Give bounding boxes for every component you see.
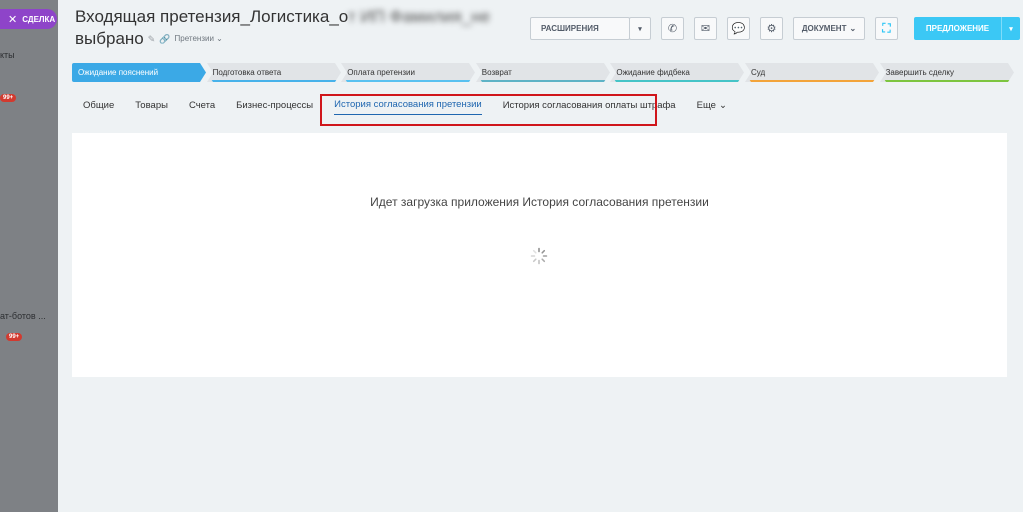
link-icon[interactable]: 🔗 [159,28,170,50]
envelope-icon: ✉ [700,23,711,35]
counter-badge: 99+ [6,333,23,341]
extensions-dropdown-button[interactable]: ▾ [629,17,651,40]
loading-spinner-icon [530,247,548,265]
deal-title-line2: выбрано [75,29,144,48]
stage-label: Завершить сделку [885,68,954,77]
deal-title-blurred: т ИП Фамилия_не [347,7,491,26]
tab-products[interactable]: Товары [135,100,168,115]
extensions-button[interactable]: РАСШИРЕНИЯ [530,17,630,40]
expand-icon: ⛶ [882,21,891,35]
content-card: Идет загрузка приложения История согласо… [72,133,1007,377]
stage-item[interactable]: Оплата претензии [341,63,476,82]
tab-general[interactable]: Общие [83,100,114,115]
chevron-down-icon: ▾ [638,25,642,33]
email-button[interactable]: ✉ [694,17,717,40]
chat-icon: 💬 [731,23,746,35]
stage-item[interactable]: Возврат [475,63,610,82]
category-label: Претензии [174,34,214,43]
counter-badge: 99+ [0,94,17,102]
loading-message: Идет загрузка приложения История согласо… [370,195,709,209]
category-selector[interactable]: Претензии ⌄ [175,28,223,50]
sidebar-text: кты [0,50,15,60]
stage-item[interactable]: Ожидание пояснений [72,63,206,82]
close-deal-button[interactable]: ✕ СДЕЛКА [0,9,57,29]
extensions-label: РАСШИРЕНИЯ [541,24,599,33]
stage-label: Оплата претензии [347,68,415,77]
chat-button[interactable]: 💬 [727,17,750,40]
stage-item[interactable]: Подготовка ответа [206,63,341,82]
stage-label: Ожидание пояснений [78,68,159,77]
stage-item[interactable]: Завершить сделку [879,63,1014,82]
call-button[interactable]: ✆ [661,17,684,40]
primary-action-label: ПРЕДЛОЖЕНИЕ [925,24,990,33]
close-icon: ✕ [8,13,18,26]
document-button[interactable]: ДОКУМЕНТ ⌄ [793,17,865,40]
stage-item[interactable]: Суд [744,63,879,82]
close-deal-label: СДЕЛКА [22,14,56,24]
fullscreen-button[interactable]: ⛶ [875,17,898,40]
sidebar-text: ат-ботов ... [0,311,46,321]
document-label: ДОКУМЕНТ [801,24,847,33]
chevron-down-icon[interactable]: ▾ [1002,17,1020,40]
tab-invoices[interactable]: Счета [189,100,215,115]
primary-action-button[interactable]: ПРЕДЛОЖЕНИЕ ▾ [914,17,1020,40]
stage-label: Возврат [481,68,512,77]
edit-pencil-icon[interactable]: ✎ [148,28,156,50]
deal-title-text: Входящая претензия_Логистика_о [75,7,348,26]
settings-button[interactable]: ⚙ [760,17,783,40]
phone-icon: ✆ [667,23,678,35]
stage-label: Суд [750,68,766,77]
tab-more[interactable]: Еще ⌄ [697,100,727,115]
chevron-down-icon: ⌄ [849,24,857,33]
stage-item[interactable]: Ожидание фидбека [610,63,745,82]
deal-title[interactable]: Входящая претензия_Логистика_от ИП Фамил… [75,6,515,28]
highlight-annotation [320,94,657,126]
chevron-down-icon: ⌄ [718,99,727,111]
stage-label: Ожидание фидбека [616,68,690,77]
stage-bar: Ожидание пояснений Подготовка ответа Опл… [72,63,1014,82]
deal-panel: Входящая претензия_Логистика_от ИП Фамил… [58,0,1023,512]
stage-label: Подготовка ответа [212,68,282,77]
tab-business-processes[interactable]: Бизнес-процессы [236,100,313,115]
toolbar: РАСШИРЕНИЯ ▾ ✆ ✉ 💬 ⚙ ДОКУМЕНТ ⌄ ⛶ ПРЕДЛО… [530,17,1020,40]
tab-more-label: Еще [696,99,716,111]
deal-title-block: Входящая претензия_Логистика_от ИП Фамил… [75,6,515,50]
gear-icon: ⚙ [766,23,777,35]
background-sidebar: ✕ СДЕЛКА кты 99+ ат-ботов ... 99+ [0,0,58,512]
